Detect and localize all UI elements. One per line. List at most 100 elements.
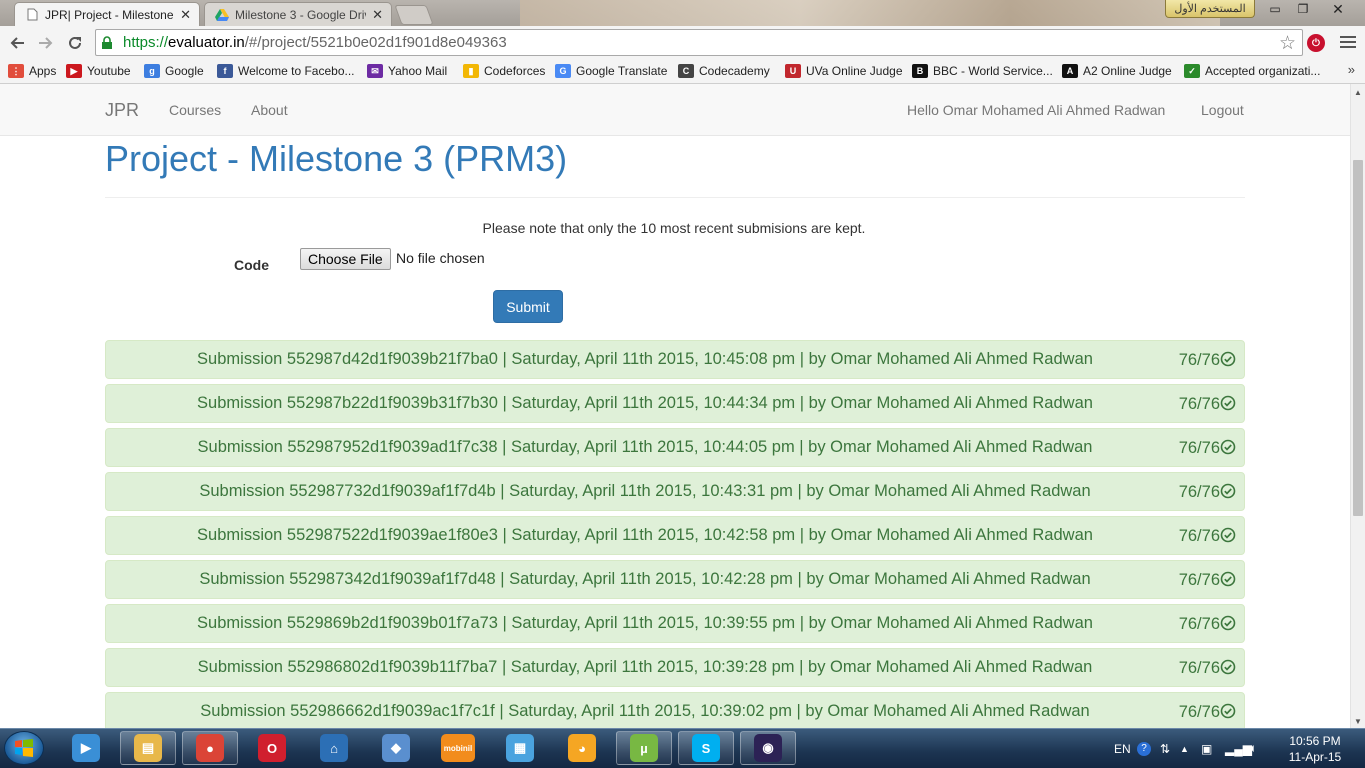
bookmark-label: Codecademy [699, 64, 770, 78]
input-settings-icon[interactable]: ⇅ [1160, 729, 1170, 768]
submission-score: 76/76 [1178, 351, 1220, 369]
submission-row[interactable]: Submission 552987522d1f9039ae1f80e3 | Sa… [105, 516, 1245, 555]
submission-text: Submission 552987732d1f9039af1f7d4b | Sa… [199, 482, 1091, 500]
network-icon[interactable]: ▂▄▆ [1225, 729, 1252, 768]
submit-button[interactable]: Submit [493, 290, 563, 323]
bookmark-bbc[interactable]: B BBC - World Service... [912, 62, 1053, 80]
google-translate-icon: G [555, 64, 571, 78]
submission-text: Submission 552987342d1f9039af1f7d48 | Sa… [199, 570, 1091, 588]
bookmark-facebook[interactable]: f Welcome to Facebo... [217, 62, 355, 80]
language-indicator[interactable]: EN [1114, 729, 1131, 768]
taskbar-app[interactable]: µ [616, 731, 672, 765]
restore-icon[interactable]: ❐ [1290, 0, 1316, 18]
submission-score: 76/76 [1178, 703, 1220, 721]
adblock-extension-icon[interactable]: ⏻ [1307, 34, 1325, 52]
check-circle-icon [1220, 439, 1236, 455]
reload-icon[interactable] [63, 31, 87, 55]
submission-note: Please note that only the 10 most recent… [482, 220, 866, 236]
scroll-down-icon[interactable]: ▼ [1354, 717, 1362, 726]
divider [105, 197, 1245, 198]
submission-text: Submission 552987522d1f9039ae1f80e3 | Sa… [197, 526, 1093, 544]
check-circle-icon [1220, 351, 1236, 367]
bookmark-star-icon[interactable]: ☆ [1279, 32, 1296, 55]
tab-close-icon[interactable]: ✕ [372, 7, 383, 23]
tab-close-icon[interactable]: ✕ [180, 7, 191, 23]
scroll-up-icon[interactable]: ▲ [1354, 88, 1362, 97]
scrollbar-thumb[interactable] [1353, 160, 1363, 516]
submission-row[interactable]: Submission 552987952d1f9039ad1f7c38 | Sa… [105, 428, 1245, 467]
bookmark-codecademy[interactable]: C Codecademy [678, 62, 770, 80]
taskbar-app[interactable]: ⌂ [306, 731, 362, 765]
submission-row[interactable]: Submission 552987732d1f9039af1f7d4b | Sa… [105, 472, 1245, 511]
submission-row[interactable]: Submission 552986662d1f9039ac1f7c1f | Sa… [105, 692, 1245, 728]
address-bar[interactable]: https://evaluator.in/#/project/5521b0e02… [95, 29, 1303, 56]
brand-link[interactable]: JPR [105, 100, 139, 121]
url-scheme: https:// [123, 34, 169, 51]
bookmark-label: Codeforces [484, 64, 546, 78]
page-scrollbar[interactable]: ▲ ▼ [1350, 84, 1365, 728]
taskbar-app[interactable]: ▶ [58, 731, 114, 765]
close-window-icon[interactable]: ✕ [1318, 0, 1358, 18]
submission-row[interactable]: Submission 552987b22d1f9039b31f7b30 | Sa… [105, 384, 1245, 423]
user-greeting: Hello Omar Mohamed Ali Ahmed Radwan [907, 102, 1166, 118]
url-path: /#/project/5521b0e02d1f901d8e049363 [244, 34, 507, 51]
profile-button[interactable]: المستخدم الأول [1165, 0, 1255, 18]
bookmark-google-translate[interactable]: G Google Translate [555, 62, 667, 80]
logout-link[interactable]: Logout [1201, 102, 1244, 118]
show-hidden-icons[interactable]: ▲ [1180, 729, 1189, 768]
taskbar-app[interactable]: ◕ [554, 731, 610, 765]
start-button[interactable] [4, 731, 44, 765]
tab-jpr-project[interactable]: JPR| Project - Milestone 3 ✕ [14, 2, 200, 26]
clock-time: 10:56 PM [1289, 734, 1341, 748]
minimize-icon[interactable]: ▭ [1262, 0, 1288, 18]
submission-row[interactable]: Submission 552986802d1f9039b11f7ba7 | Sa… [105, 648, 1245, 687]
help-icon[interactable]: ? [1137, 729, 1151, 768]
bookmark-youtube[interactable]: ▶ Youtube [66, 62, 131, 80]
codeforces-icon: ▮ [463, 64, 479, 78]
submission-score: 76/76 [1178, 395, 1220, 413]
taskbar-app[interactable]: ▤ [120, 731, 176, 765]
bookmark-a2[interactable]: A A2 Online Judge [1062, 62, 1172, 80]
photo-viewer-icon: ▦ [506, 734, 534, 762]
nav-about[interactable]: About [251, 102, 288, 118]
device-icon[interactable]: ▣ [1201, 729, 1212, 768]
code-label: Code [234, 257, 269, 273]
submission-text: Submission 552987952d1f9039ad1f7c38 | Sa… [197, 438, 1093, 456]
bookmark-yahoo-mail[interactable]: ✉ Yahoo Mail [367, 62, 447, 80]
choose-file-button[interactable]: Choose File [300, 248, 391, 270]
back-icon[interactable] [5, 31, 29, 55]
submission-row[interactable]: Submission 552987d42d1f9039b21f7ba0 | Sa… [105, 340, 1245, 379]
taskbar-app[interactable]: mobinil [430, 731, 486, 765]
volume-icon[interactable]: 🔈︎ [1250, 729, 1257, 768]
bookmark-accepted[interactable]: ✓ Accepted organizati... [1184, 62, 1320, 80]
bookmark-apps[interactable]: ⋮ Apps [8, 62, 56, 80]
submission-row[interactable]: Submission 5529869b2d1f9039b01f7a73 | Sa… [105, 604, 1245, 643]
bookmark-label: Accepted organizati... [1205, 64, 1321, 78]
apps-grid-icon: ⋮ [8, 64, 24, 78]
yahoo-mail-icon: ✉ [367, 64, 383, 78]
check-circle-icon [1220, 615, 1236, 631]
taskbar-app[interactable]: ◆ [368, 731, 424, 765]
nav-courses[interactable]: Courses [169, 102, 221, 118]
new-tab-button[interactable] [394, 5, 434, 25]
taskbar-app[interactable]: ● [182, 731, 238, 765]
taskbar-app[interactable]: O [244, 731, 300, 765]
forward-icon[interactable] [34, 31, 58, 55]
taskbar-app[interactable]: ◉ [740, 731, 796, 765]
utorrent-icon: µ [630, 734, 658, 762]
bookmark-google[interactable]: g Google [144, 62, 204, 80]
chrome-menu-icon[interactable] [1340, 33, 1356, 51]
submission-row[interactable]: Submission 552987342d1f9039af1f7d48 | Sa… [105, 560, 1245, 599]
check-circle-icon [1220, 527, 1236, 543]
bookmarks-overflow-icon[interactable]: » [1348, 62, 1355, 77]
tab-google-drive[interactable]: Milestone 3 - Google Driv ✕ [204, 2, 392, 26]
media-ball-icon: ◕ [568, 734, 596, 762]
bookmark-codeforces[interactable]: ▮ Codeforces [463, 62, 545, 80]
submission-text: Submission 552986662d1f9039ac1f7c1f | Sa… [200, 702, 1090, 720]
uva-icon: U [785, 64, 801, 78]
bookmark-uva[interactable]: U UVa Online Judge [785, 62, 903, 80]
taskbar-app[interactable]: ▦ [492, 731, 548, 765]
taskbar-app[interactable]: S [678, 731, 734, 765]
system-clock[interactable]: 10:56 PM 11-Apr-15 [1280, 733, 1350, 765]
a2-icon: A [1062, 64, 1078, 78]
